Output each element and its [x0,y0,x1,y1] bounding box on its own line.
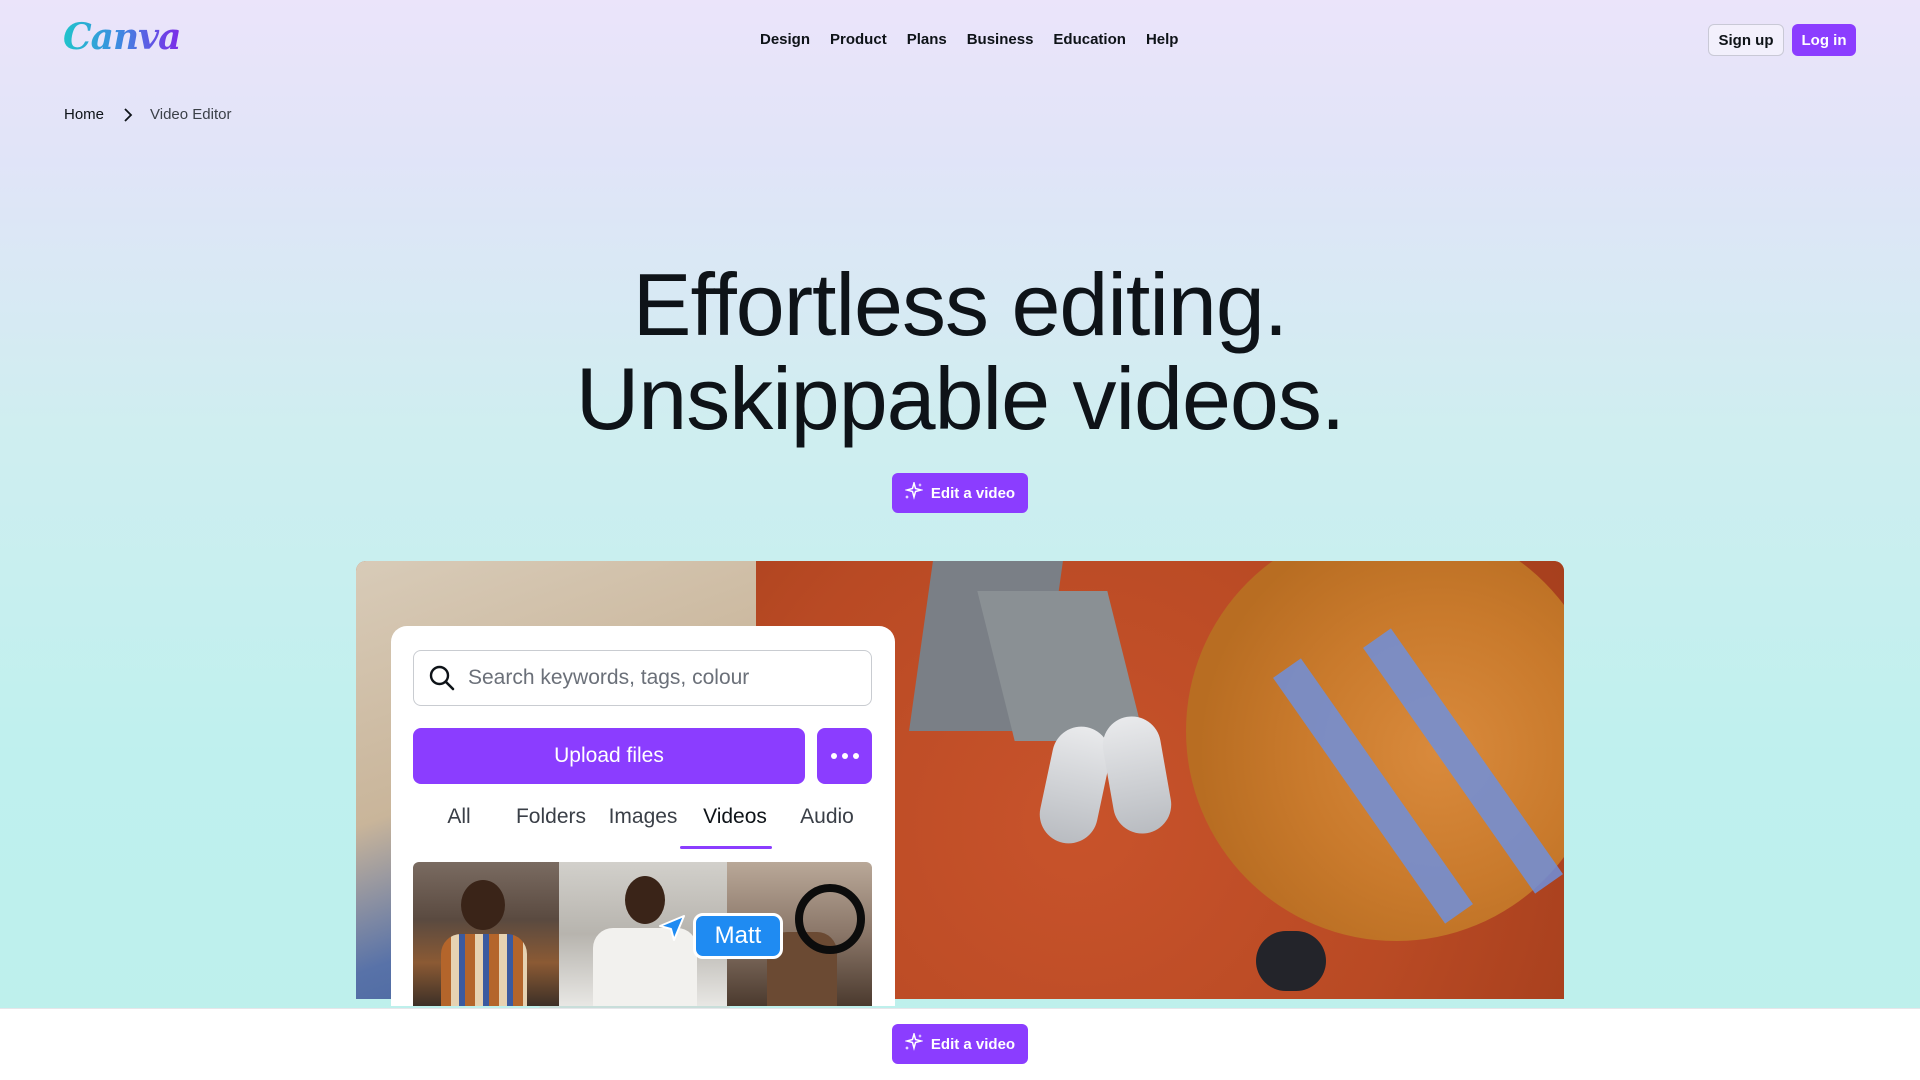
collaborator-name-tag: Matt [693,913,783,959]
sticky-edit-video-button[interactable]: Edit a video [892,1024,1028,1064]
canva-logo[interactable]: Canva [63,16,181,58]
nav-item-help[interactable]: Help [1136,28,1189,51]
tab-videos[interactable]: Videos [689,796,781,840]
nav-item-plans[interactable]: Plans [897,28,957,51]
active-tab-indicator [680,846,772,849]
magic-sparkle-icon [904,1031,924,1055]
nav-item-education[interactable]: Education [1043,28,1136,51]
sign-up-button[interactable]: Sign up [1708,24,1784,56]
nav-item-business[interactable]: Business [957,28,1044,51]
main-nav: Design Product Plans Business Education … [750,28,1188,51]
breadcrumb: Home Video Editor [64,106,231,123]
nav-item-product[interactable]: Product [820,28,897,51]
more-options-button[interactable] [817,728,872,784]
scene-dark-shoe [1256,931,1326,991]
tab-all[interactable]: All [413,796,505,840]
tab-audio[interactable]: Audio [781,796,873,840]
sweater-stripe [1273,658,1473,924]
sticky-edit-video-label: Edit a video [930,1035,1016,1053]
video-thumbnail[interactable] [413,862,559,1006]
hero-title: Effortless editing. Unskippable videos. [0,258,1920,446]
breadcrumb-current: Video Editor [150,106,232,123]
uploads-tabs: All Folders Images Videos Audio [413,796,873,840]
log-in-button[interactable]: Log in [1792,24,1856,56]
pointer-cursor-icon [658,914,686,942]
scene-sneakers [1034,711,1196,849]
search-box[interactable] [413,650,872,706]
ring-light [795,884,865,954]
breadcrumb-home-link[interactable]: Home [64,106,104,123]
upload-files-button[interactable]: Upload files [413,728,805,784]
hero-title-line-2: Unskippable videos. [575,349,1346,448]
hero-title-line-1: Effortless editing. [632,255,1288,354]
search-icon [428,664,456,692]
more-horizontal-icon [830,753,859,759]
nav-item-design[interactable]: Design [750,28,820,51]
tab-folders[interactable]: Folders [505,796,597,840]
sneaker-right [1098,711,1176,839]
chevron-right-icon [120,107,136,123]
site-header: Canva Design Product Plans Business Educ… [0,0,1920,80]
edit-video-label: Edit a video [930,484,1016,502]
edit-video-button[interactable]: Edit a video [892,473,1028,513]
search-input[interactable] [468,666,871,690]
magic-sparkle-icon [904,480,924,504]
sweater-stripe [1363,628,1563,894]
tab-images[interactable]: Images [597,796,689,840]
